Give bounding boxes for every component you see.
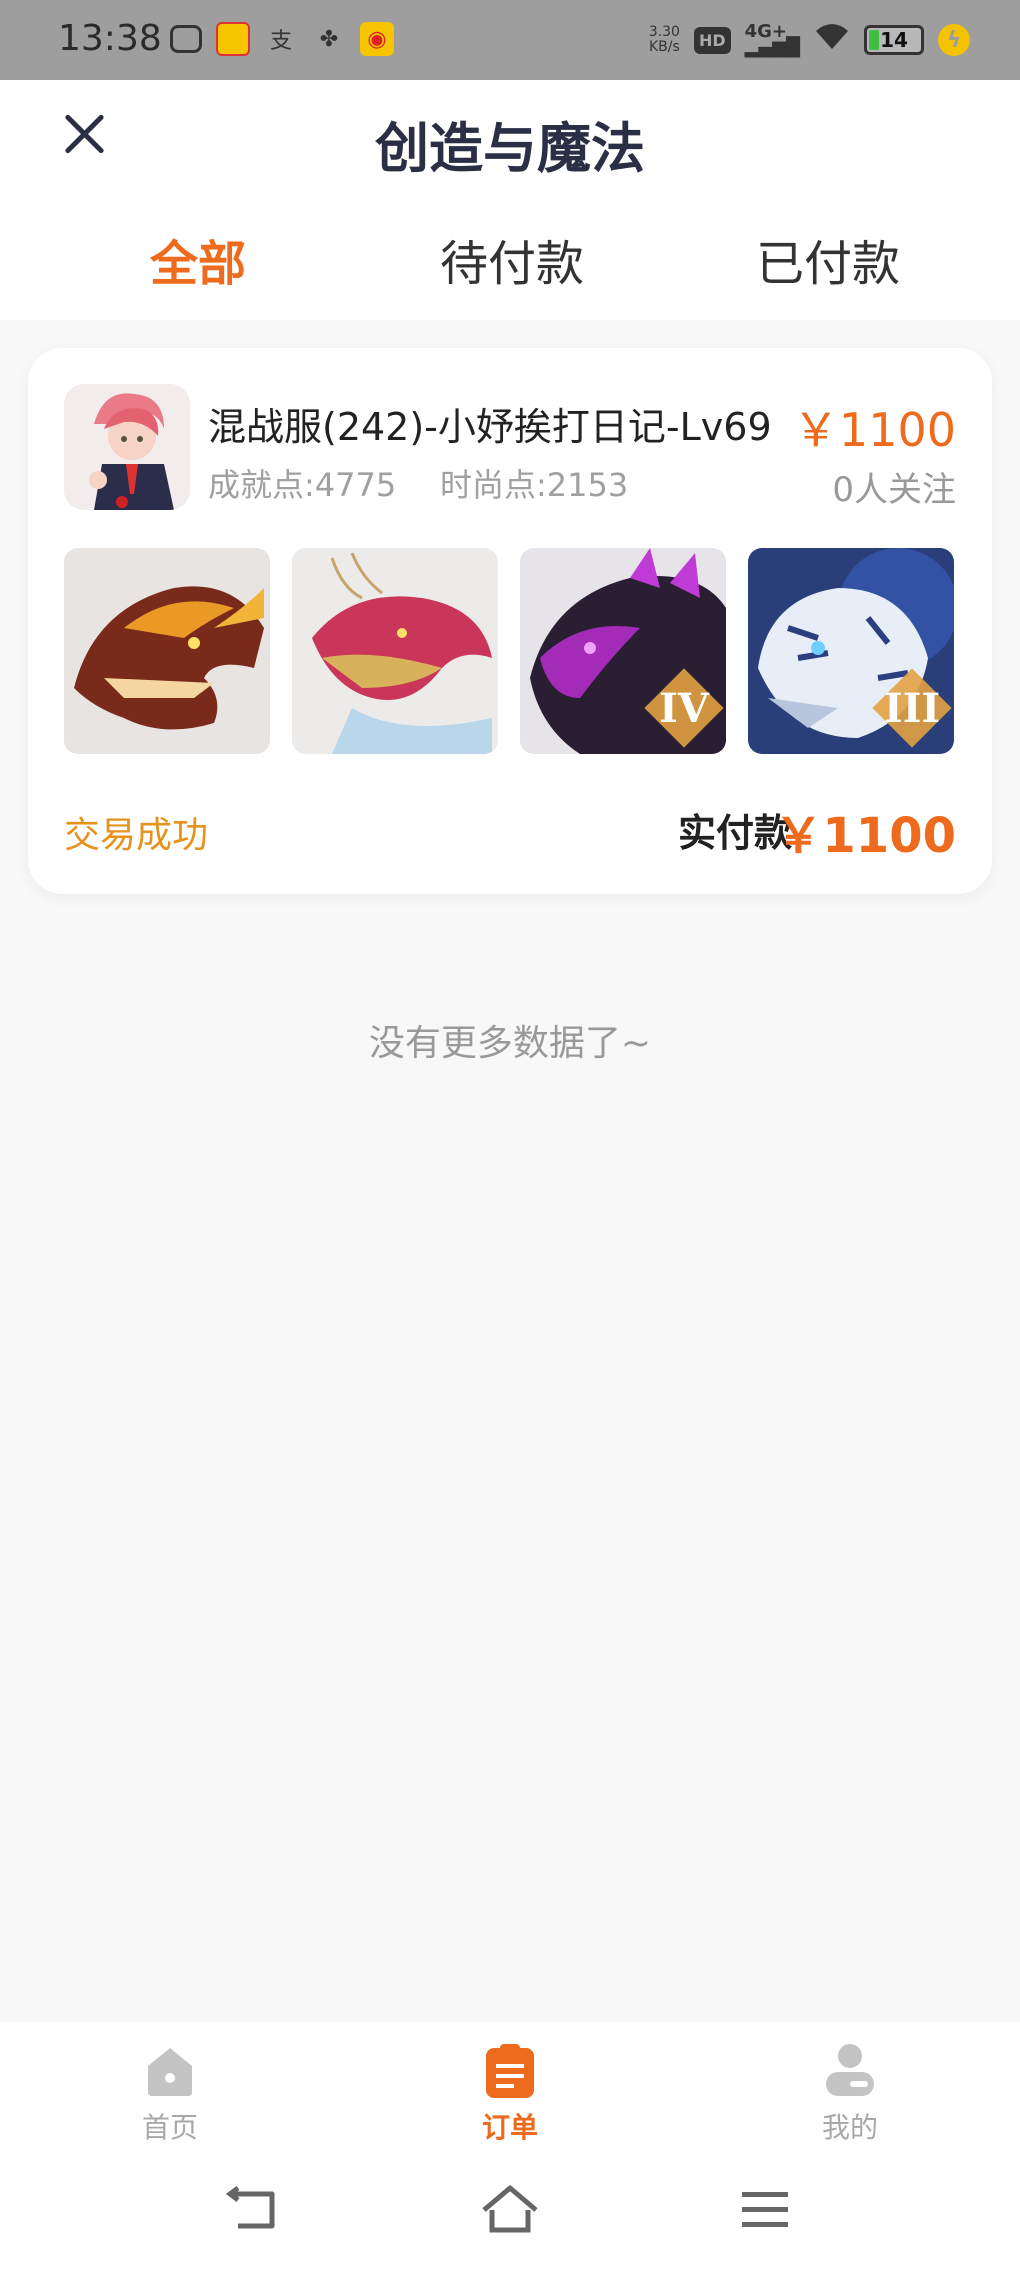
status-right: 3.30 KB/s HD 4G+ ▂▄▆█ 14 ϟ (649, 20, 970, 60)
tab-pending-payment[interactable]: 待付款 (440, 224, 584, 294)
nav-home[interactable]: 首页 (70, 2042, 270, 2146)
wifi-icon (814, 20, 850, 60)
home-button-icon[interactable] (480, 2180, 540, 2240)
weibo-notification-icon: ◉ (360, 22, 394, 56)
white-tiger-mount-icon: III (748, 548, 954, 754)
tab-paid[interactable]: 已付款 (756, 224, 900, 294)
achievement-points: 成就点:4775 (208, 466, 397, 504)
charging-icon: ϟ (938, 24, 970, 56)
network-speed: 3.30 KB/s (649, 25, 680, 55)
home-icon (142, 2042, 198, 2098)
fire-dragon-mount-icon (64, 548, 270, 754)
followers-count: 0人关注 (832, 470, 956, 510)
network-speed-unit: KB/s (648, 39, 680, 55)
alipay-notification-icon: 支 (269, 29, 292, 54)
status-time: 13:38 (58, 18, 162, 59)
list-end-text: 没有更多数据了~ (368, 1023, 652, 1064)
battery-icon: 14 (864, 25, 924, 55)
menu-icon[interactable] (736, 2180, 796, 2240)
order-price: ￥1100 (792, 403, 956, 457)
tab-bar: 全部 待付款 已付款 (0, 224, 1020, 292)
paid-amount: ￥1100 (774, 808, 956, 864)
nav-orders-label: 订单 (481, 2111, 538, 2144)
network-speed-value: 3.30 (648, 24, 680, 40)
hd-icon: HD (693, 26, 731, 54)
page-title: 创造与魔法 (375, 117, 645, 180)
mount-thumbnails: IV III (64, 548, 956, 756)
message-notification-icon (170, 25, 202, 53)
tier-label: III (884, 685, 941, 732)
system-nav-bar (0, 2152, 1020, 2274)
orders-icon (482, 2042, 538, 2098)
signal-label: 4G+ (744, 21, 788, 42)
notification-icons: 支 ✤ ◉ (170, 22, 394, 56)
tier-label: IV (659, 685, 709, 732)
order-status: 交易成功 (64, 815, 209, 856)
pinwheel-notification-icon: ✤ (319, 26, 339, 52)
tab-all[interactable]: 全部 (150, 224, 246, 294)
nav-profile[interactable]: 我的 (750, 2042, 950, 2146)
purple-beast-mount-icon: IV (520, 548, 726, 754)
order-card[interactable]: 混战服(242)-小妤挨打日记-Lv69 成就点:4775 时尚点:2153 ￥… (28, 348, 992, 894)
profile-icon (822, 2042, 878, 2098)
battery-level: 14 (880, 28, 908, 52)
bottom-nav: 首页 订单 我的 (0, 2022, 1020, 2152)
character-avatar (64, 384, 190, 510)
app-notification-icon (216, 22, 250, 56)
eastern-dragon-mount-icon (292, 548, 498, 754)
nav-orders[interactable]: 订单 (410, 2042, 610, 2146)
status-bar: 13:38 支 ✤ ◉ 3.30 KB/s HD 4G+ ▂▄▆█ 14 ϟ (0, 0, 1020, 80)
nav-home-label: 首页 (141, 2111, 198, 2144)
back-icon[interactable] (224, 2180, 284, 2240)
order-title: 混战服(242)-小妤挨打日记-Lv69 (208, 405, 772, 449)
fashion-points: 时尚点:2153 (440, 466, 629, 504)
signal-icon: 4G+ ▂▄▆█ (744, 21, 800, 58)
header: 创造与魔法 全部 待付款 已付款 (0, 80, 1020, 320)
nav-profile-label: 我的 (821, 2111, 878, 2144)
